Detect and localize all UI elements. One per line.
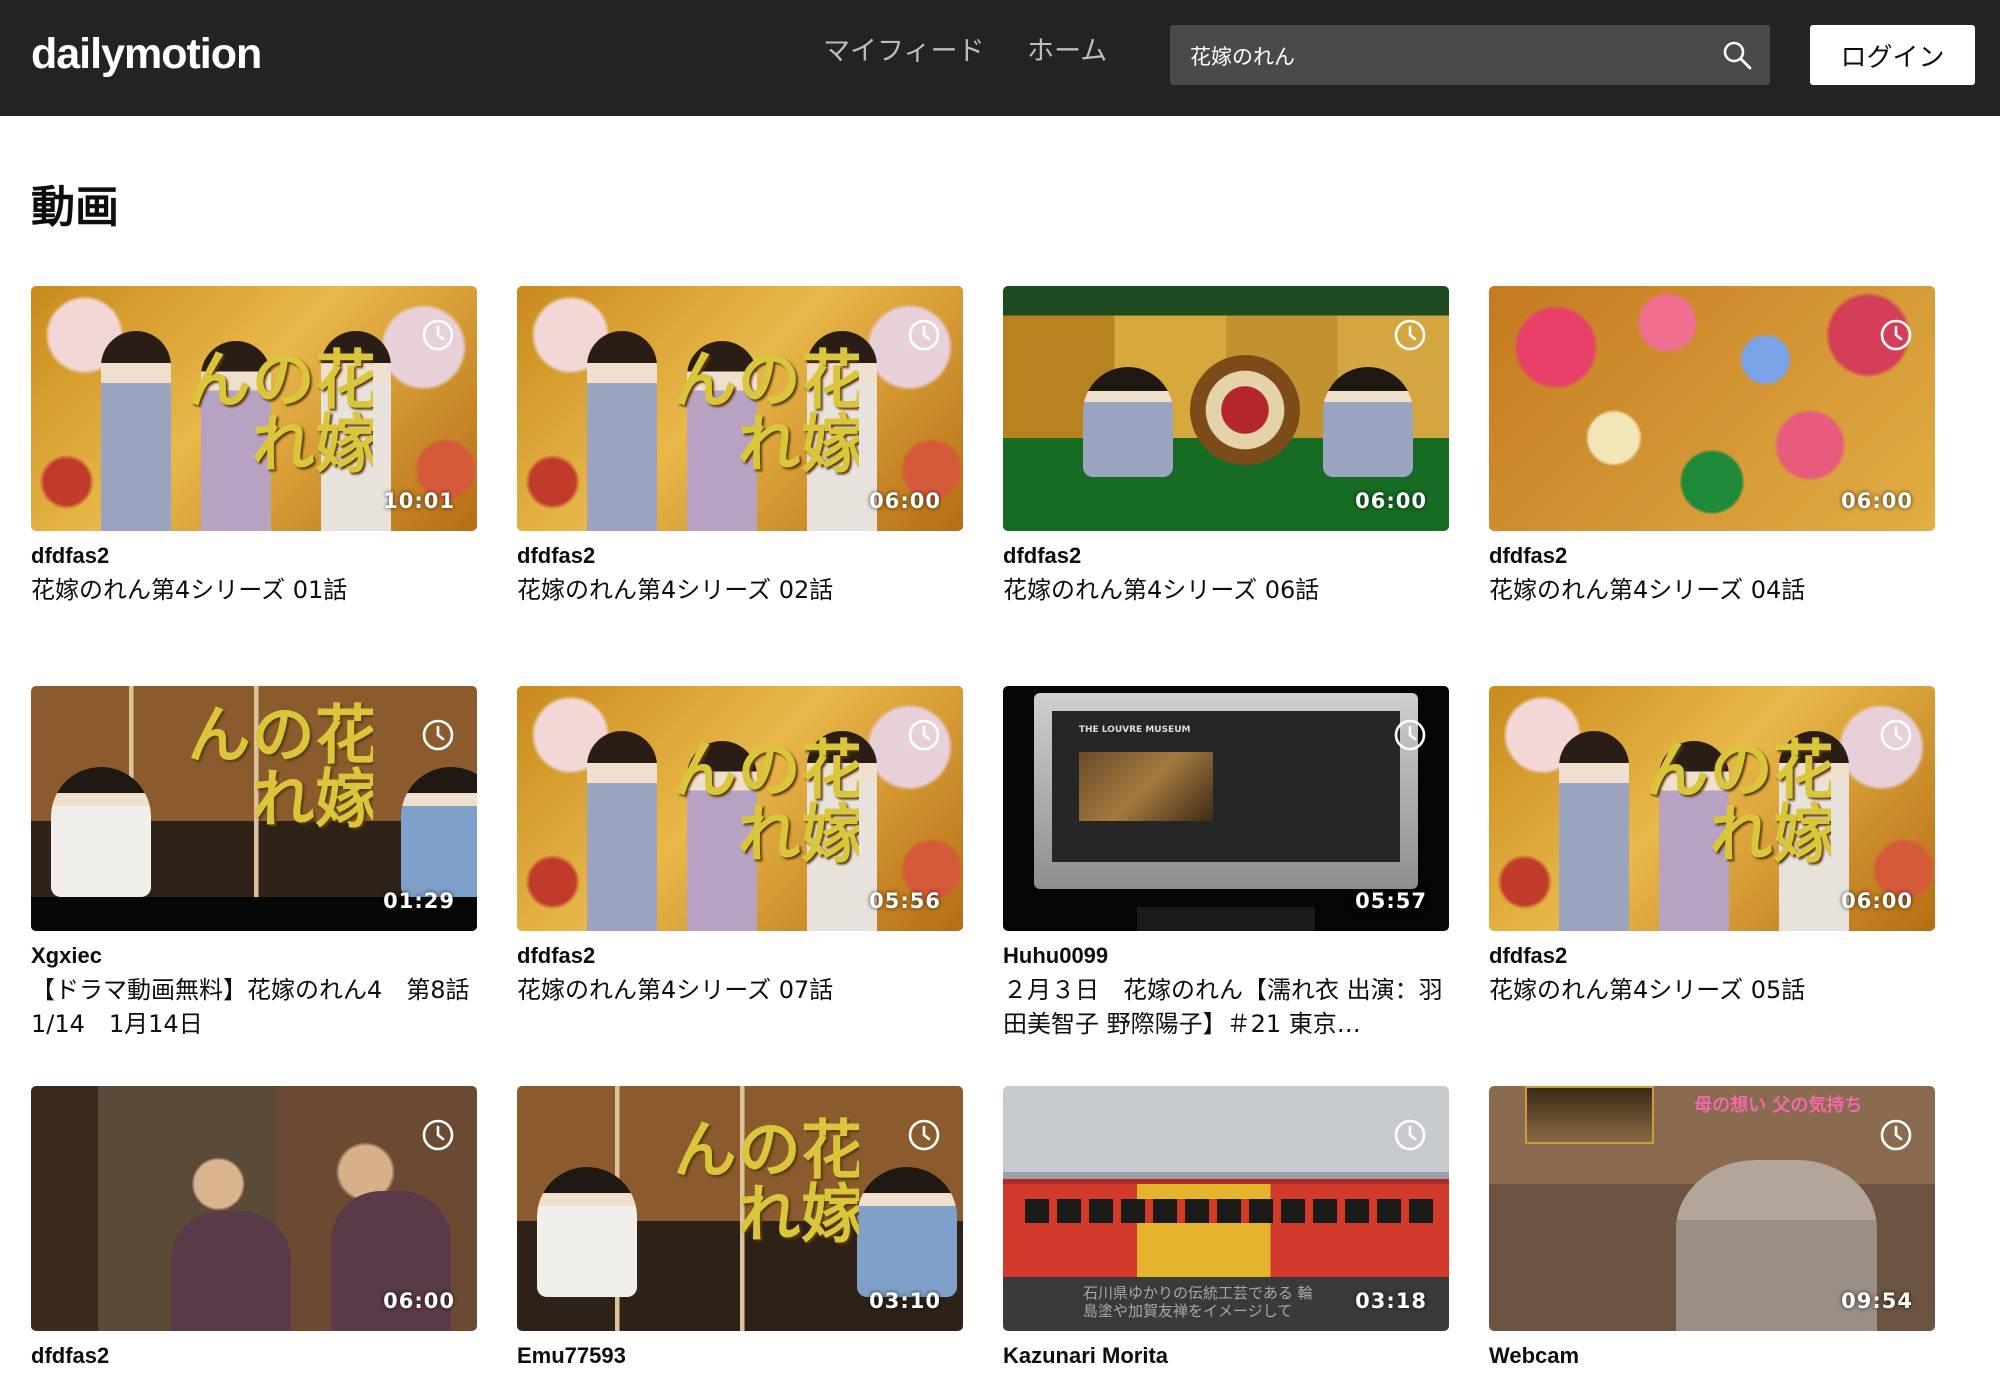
video-card[interactable]: 06:00 dfdfas2 xyxy=(31,1086,477,1373)
video-card[interactable]: 06:00 dfdfas2 花嫁のれん第4シリーズ 04話 xyxy=(1489,286,1935,607)
video-thumbnail[interactable]: THE LOUVRE MUSEUM 05:57 xyxy=(1003,686,1449,931)
video-owner[interactable]: Kazunari Morita xyxy=(1003,1341,1449,1371)
thumbnail-caption: 花嫁のれん xyxy=(181,701,373,829)
video-owner[interactable]: Webcam xyxy=(1489,1341,1935,1371)
watch-later-icon[interactable] xyxy=(907,318,941,352)
dailymotion-logo[interactable]: dailymotion xyxy=(31,26,262,82)
video-duration: 09:54 xyxy=(1841,1289,1913,1313)
video-card[interactable]: 花嫁のれん 01:29 Xgxiec 【ドラマ動画無料】花嫁のれん4 第8話 1… xyxy=(31,686,477,1041)
video-card[interactable]: THE LOUVRE MUSEUM 05:57 Huhu0099 ２月３日 花嫁… xyxy=(1003,686,1449,1041)
watch-later-icon[interactable] xyxy=(907,1118,941,1152)
video-owner[interactable]: dfdfas2 xyxy=(31,1341,477,1371)
watch-later-icon[interactable] xyxy=(1393,718,1427,752)
video-owner[interactable]: Huhu0099 xyxy=(1003,941,1449,971)
video-card[interactable]: 花嫁のれん 06:00 dfdfas2 花嫁のれん第4シリーズ 05話 xyxy=(1489,686,1935,1007)
watch-later-icon[interactable] xyxy=(1879,718,1913,752)
thumbnail-caption: THE LOUVRE MUSEUM xyxy=(1078,725,1191,736)
video-thumbnail[interactable]: 06:00 xyxy=(31,1086,477,1331)
video-duration: 06:00 xyxy=(1355,489,1427,513)
video-card[interactable]: 花嫁のれん 05:56 dfdfas2 花嫁のれん第4シリーズ 07話 xyxy=(517,686,963,1007)
search-input[interactable] xyxy=(1188,25,1712,87)
thumbnail-caption: 花嫁のれん xyxy=(1639,736,1831,864)
video-duration: 01:29 xyxy=(383,889,455,913)
video-card[interactable]: 花嫁のれん 10:01 dfdfas2 花嫁のれん第4シリーズ 01話 xyxy=(31,286,477,607)
watch-later-icon[interactable] xyxy=(1879,318,1913,352)
video-thumbnail[interactable]: 母の想い 父の気持ち 09:54 xyxy=(1489,1086,1935,1331)
video-owner[interactable]: dfdfas2 xyxy=(1489,941,1935,971)
top-bar: dailymotion マイフィード ホーム ログイン xyxy=(0,0,2000,116)
video-title[interactable]: 花嫁のれん第4シリーズ 02話 xyxy=(517,573,963,607)
thumbnail-caption: 花嫁のれん xyxy=(667,1116,859,1244)
video-owner[interactable]: Xgxiec xyxy=(31,941,477,971)
thumbnail-caption: 石川県ゆかりの伝統工芸である 輪島塗や加賀友禅をイメージして xyxy=(1083,1284,1313,1320)
video-thumbnail[interactable]: 花嫁のれん 01:29 xyxy=(31,686,477,931)
nav-home[interactable]: ホーム xyxy=(1027,32,1107,72)
video-thumbnail[interactable]: 花嫁のれん 06:00 xyxy=(517,286,963,531)
video-duration: 06:00 xyxy=(869,489,941,513)
video-thumbnail[interactable]: 花嫁のれん 05:56 xyxy=(517,686,963,931)
video-duration: 06:00 xyxy=(1841,489,1913,513)
video-title[interactable]: 【ドラマ動画無料】花嫁のれん4 第8話 1/14 1月14日 xyxy=(31,973,477,1041)
video-owner[interactable]: Emu77593 xyxy=(517,1341,963,1371)
watch-later-icon[interactable] xyxy=(1879,1118,1913,1152)
thumbnail-caption: 花嫁のれん xyxy=(181,346,373,474)
watch-later-icon[interactable] xyxy=(421,1118,455,1152)
video-owner[interactable]: dfdfas2 xyxy=(1003,541,1449,571)
video-owner[interactable]: dfdfas2 xyxy=(31,541,477,571)
video-duration: 06:00 xyxy=(1841,889,1913,913)
video-title[interactable]: 花嫁のれん第4シリーズ 07話 xyxy=(517,973,963,1007)
section-title-videos: 動画 xyxy=(31,182,119,233)
video-card[interactable]: 花嫁のれん 06:00 dfdfas2 花嫁のれん第4シリーズ 02話 xyxy=(517,286,963,607)
video-owner[interactable]: dfdfas2 xyxy=(517,541,963,571)
watch-later-icon[interactable] xyxy=(421,318,455,352)
video-title[interactable]: ２月３日 花嫁のれん【濡れ衣 出演：羽田美智子 野際陽子】＃21 東京… xyxy=(1003,973,1449,1041)
video-owner[interactable]: dfdfas2 xyxy=(1489,541,1935,571)
video-duration: 03:18 xyxy=(1355,1289,1427,1313)
video-title[interactable]: 花嫁のれん第4シリーズ 04話 xyxy=(1489,573,1935,607)
nav-my-feed[interactable]: マイフィード xyxy=(823,32,984,72)
thumbnail-caption: 花嫁のれん xyxy=(667,346,859,474)
video-title[interactable]: 花嫁のれん第4シリーズ 01話 xyxy=(31,573,477,607)
login-button[interactable]: ログイン xyxy=(1810,25,1975,85)
video-card[interactable]: 石川県ゆかりの伝統工芸である 輪島塗や加賀友禅をイメージして 03:18 Kaz… xyxy=(1003,1086,1449,1373)
video-thumbnail[interactable]: 花嫁のれん 06:00 xyxy=(1489,686,1935,931)
search-icon[interactable] xyxy=(1722,40,1752,70)
thumbnail-caption: 花嫁のれん xyxy=(667,736,859,864)
thumbnail-caption: 母の想い 父の気持ち xyxy=(1694,1094,1863,1116)
video-thumbnail[interactable]: 06:00 xyxy=(1489,286,1935,531)
watch-later-icon[interactable] xyxy=(1393,1118,1427,1152)
watch-later-icon[interactable] xyxy=(907,718,941,752)
video-card[interactable]: 06:00 dfdfas2 花嫁のれん第4シリーズ 06話 xyxy=(1003,286,1449,607)
video-thumbnail[interactable]: 花嫁のれん 10:01 xyxy=(31,286,477,531)
video-duration: 05:56 xyxy=(869,889,941,913)
search-box[interactable] xyxy=(1170,25,1770,87)
video-duration: 03:10 xyxy=(869,1289,941,1313)
video-thumbnail[interactable]: 石川県ゆかりの伝統工芸である 輪島塗や加賀友禅をイメージして 03:18 xyxy=(1003,1086,1449,1331)
video-thumbnail[interactable]: 06:00 xyxy=(1003,286,1449,531)
video-title[interactable]: 花嫁のれん第4シリーズ 06話 xyxy=(1003,573,1449,607)
watch-later-icon[interactable] xyxy=(421,718,455,752)
video-duration: 06:00 xyxy=(383,1289,455,1313)
video-title[interactable]: 花嫁のれん第4シリーズ 05話 xyxy=(1489,973,1935,1007)
watch-later-icon[interactable] xyxy=(1393,318,1427,352)
video-card[interactable]: 母の想い 父の気持ち 09:54 Webcam xyxy=(1489,1086,1935,1373)
video-card[interactable]: 花嫁のれん 03:10 Emu77593 xyxy=(517,1086,963,1373)
video-duration: 05:57 xyxy=(1355,889,1427,913)
video-owner[interactable]: dfdfas2 xyxy=(517,941,963,971)
video-thumbnail[interactable]: 花嫁のれん 03:10 xyxy=(517,1086,963,1331)
video-duration: 10:01 xyxy=(383,489,455,513)
